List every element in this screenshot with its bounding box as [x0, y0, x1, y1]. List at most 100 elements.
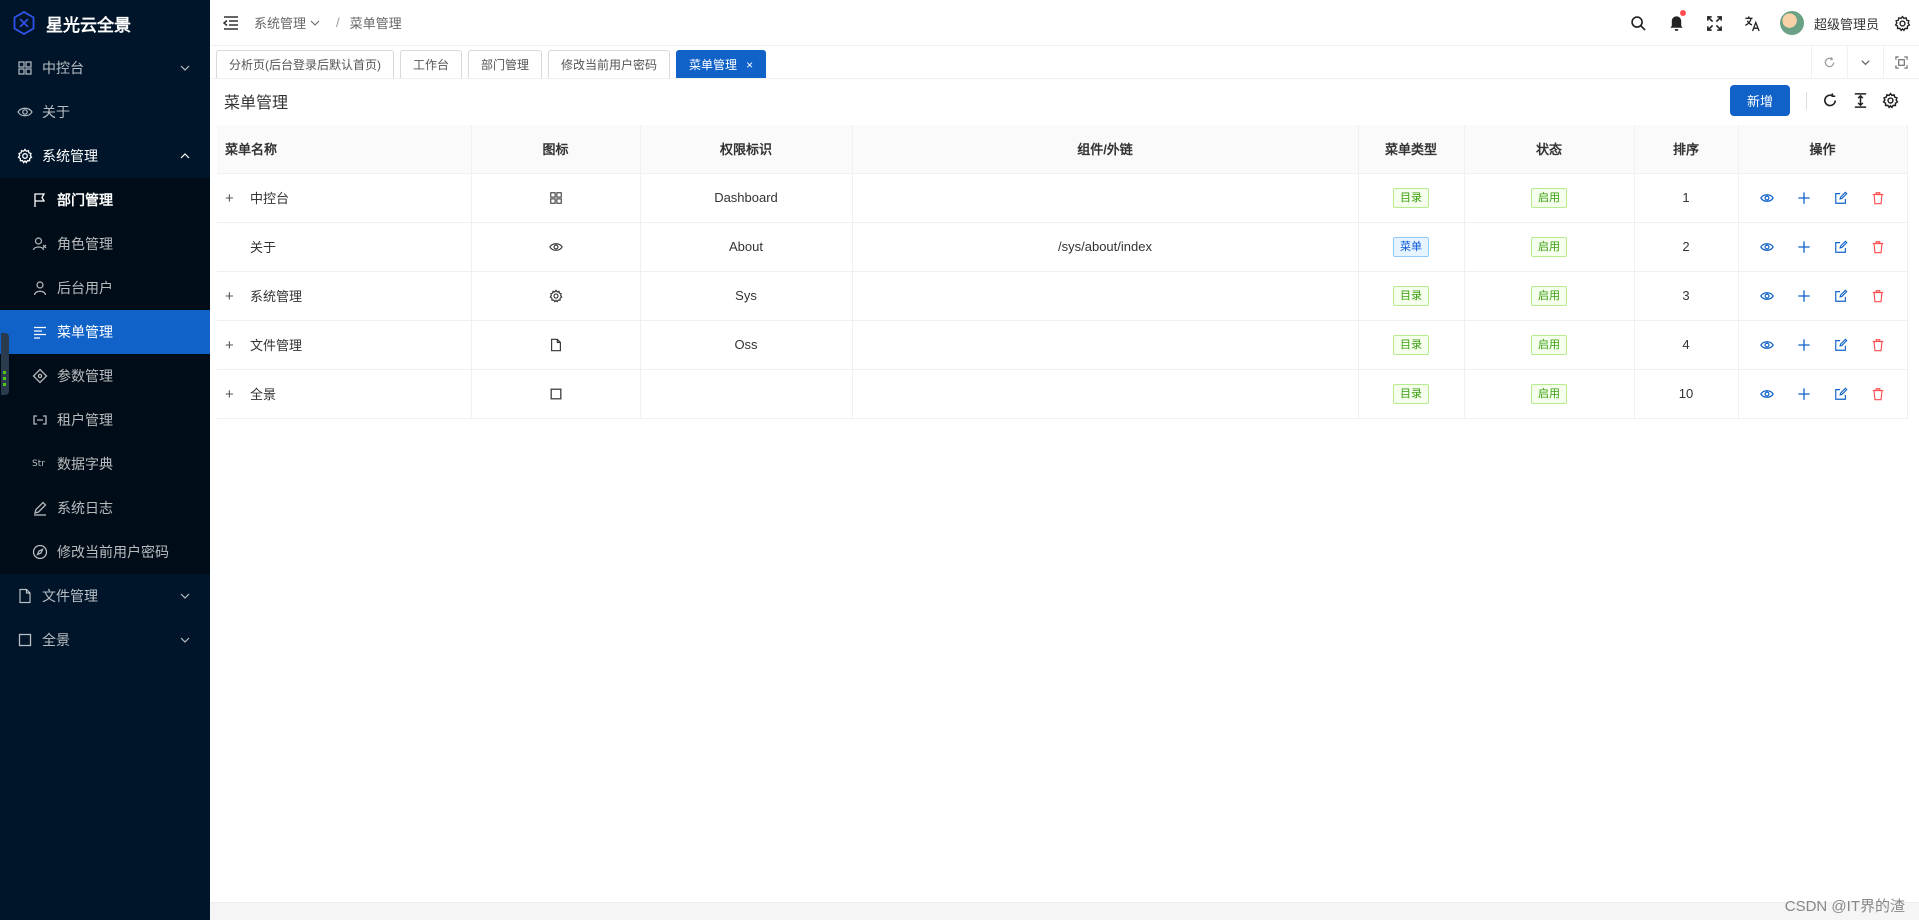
component-cell: [852, 173, 1359, 223]
view-button[interactable]: [1759, 336, 1776, 353]
edit-button[interactable]: [1833, 336, 1850, 353]
type-tag: 目录: [1393, 383, 1429, 404]
view-button[interactable]: [1759, 287, 1776, 304]
sidebar-item-dashboard[interactable]: 中控台: [0, 46, 210, 90]
tab-fold-button[interactable]: [1883, 46, 1919, 79]
sidebar-item-label: 中控台: [42, 60, 84, 76]
tab-menu-management[interactable]: 菜单管理 ×: [676, 50, 767, 78]
logo[interactable]: 星光云全景: [0, 0, 210, 46]
sidebar-item-label: 部门管理: [57, 192, 113, 208]
delete-button[interactable]: [1870, 336, 1887, 353]
edit-button[interactable]: [1833, 189, 1850, 206]
settings-button[interactable]: [1885, 0, 1919, 46]
add-button[interactable]: 新增: [1729, 85, 1790, 116]
reload-button[interactable]: [1815, 86, 1845, 116]
density-button[interactable]: [1845, 86, 1875, 116]
avatar[interactable]: [1779, 11, 1804, 35]
edit-button[interactable]: [1833, 385, 1850, 402]
edit-button[interactable]: [1833, 238, 1850, 255]
menu-fold-icon[interactable]: [222, 14, 240, 32]
refresh-icon: [1824, 57, 1835, 68]
status-cell: 启用: [1464, 271, 1635, 321]
delete-button[interactable]: [1870, 287, 1887, 304]
sidebar-item-admin-users[interactable]: 后台用户: [0, 266, 210, 310]
search-button[interactable]: [1620, 0, 1658, 46]
view-button[interactable]: [1759, 189, 1776, 206]
type-cell: 目录: [1358, 173, 1465, 223]
gear-icon: [1894, 14, 1910, 32]
tab-workbench[interactable]: 工作台: [400, 50, 463, 78]
add-child-button[interactable]: [1796, 287, 1813, 304]
file-icon: [19, 588, 31, 604]
sidebar-item-params[interactable]: 参数管理: [0, 354, 210, 398]
tab-department[interactable]: 部门管理: [468, 50, 543, 78]
close-icon[interactable]: ×: [746, 58, 753, 72]
sidebar-item-files[interactable]: 文件管理: [0, 574, 210, 618]
drawer-handle[interactable]: [1, 333, 9, 395]
tab-analysis[interactable]: 分析页(后台登录后默认首页): [216, 50, 394, 78]
expand-row-button[interactable]: +: [225, 190, 243, 207]
view-button[interactable]: [1759, 238, 1776, 255]
actions-cell: [1738, 222, 1908, 272]
breadcrumb: 系统管理 / 菜单管理: [254, 13, 402, 32]
user-menu[interactable]: 超级管理员: [1779, 11, 1879, 35]
tab-change-password[interactable]: 修改当前用户密码: [548, 50, 671, 78]
delete-button[interactable]: [1870, 238, 1887, 255]
string-icon: Str: [32, 459, 45, 469]
eye-icon: [1760, 340, 1774, 349]
edit-button[interactable]: [1833, 287, 1850, 304]
view-button[interactable]: [1759, 385, 1776, 402]
fullscreen-button[interactable]: [1696, 0, 1734, 46]
user-icon: [33, 281, 47, 296]
table-row: + 文件管理 Oss 目录 启用 4: [217, 320, 1908, 370]
system-submenu: 部门管理 角色管理 后台用户 菜单管理 参数管理 租户管理 Str 数据字典 系: [0, 178, 210, 574]
sidebar-item-label: 文件管理: [42, 588, 98, 604]
menu-name: 系统管理: [250, 289, 303, 304]
tab-dropdown-button[interactable]: [1847, 46, 1883, 79]
sidebar-item-department[interactable]: 部门管理: [0, 178, 210, 222]
sidebar-item-about[interactable]: 关于: [0, 90, 210, 134]
permission-cell: [640, 369, 853, 419]
tab-label: 分析页(后台登录后默认首页): [229, 58, 381, 72]
eye-icon: [1760, 291, 1774, 300]
sidebar-item-change-password[interactable]: 修改当前用户密码: [0, 530, 210, 574]
sidebar-item-menu-management[interactable]: 菜单管理: [0, 310, 210, 354]
menu-name: 关于: [250, 240, 277, 255]
type-tag: 目录: [1393, 187, 1429, 208]
notification-button[interactable]: [1658, 0, 1696, 46]
sidebar-item-system[interactable]: 系统管理: [0, 134, 210, 178]
add-child-button[interactable]: [1796, 336, 1813, 353]
add-child-button[interactable]: [1796, 238, 1813, 255]
sidebar-item-label: 后台用户: [57, 280, 113, 296]
expand-row-button[interactable]: +: [225, 337, 243, 354]
tab-refresh-button[interactable]: [1811, 46, 1847, 79]
expand-row-button[interactable]: +: [225, 386, 243, 403]
sidebar-item-tenant[interactable]: 租户管理: [0, 398, 210, 442]
sidebar-item-role[interactable]: 角色管理: [0, 222, 210, 266]
page-title: 菜单管理: [224, 95, 289, 112]
app-title: 星光云全景: [46, 15, 131, 35]
chevron-down-icon[interactable]: [310, 18, 320, 28]
bell-icon: [1670, 15, 1684, 31]
eye-icon: [1760, 193, 1774, 202]
sidebar-item-logs[interactable]: 系统日志: [0, 486, 210, 530]
tab-label: 工作台: [413, 58, 450, 72]
permission-cell: Dashboard: [640, 173, 853, 223]
status-tag: 启用: [1531, 187, 1567, 208]
type-tag: 菜单: [1393, 236, 1429, 257]
search-icon: [1631, 15, 1647, 31]
delete-button[interactable]: [1870, 189, 1887, 206]
language-button[interactable]: [1734, 0, 1772, 46]
breadcrumb-item-system[interactable]: 系统管理: [254, 13, 306, 32]
add-child-button[interactable]: [1796, 385, 1813, 402]
column-settings-button[interactable]: [1875, 86, 1905, 116]
sidebar-item-panorama[interactable]: 全景: [0, 618, 210, 662]
tab-tools: [1811, 46, 1919, 79]
page-toolbar: 菜单管理 新增: [210, 79, 1919, 123]
tab-label: 修改当前用户密码: [561, 58, 658, 72]
expand-row-button[interactable]: +: [225, 288, 243, 305]
sidebar-item-label: 系统日志: [57, 500, 113, 516]
delete-button[interactable]: [1870, 385, 1887, 402]
sidebar-item-dictionary[interactable]: Str 数据字典: [0, 442, 210, 486]
add-child-button[interactable]: [1796, 189, 1813, 206]
